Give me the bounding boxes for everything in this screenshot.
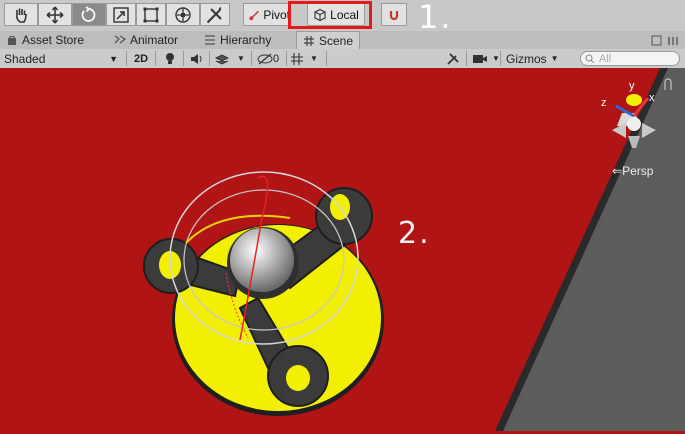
more-options-icon — [651, 35, 678, 46]
scene-search-field[interactable]: All — [580, 51, 680, 66]
annotation-2: 2. — [398, 216, 431, 251]
speaker-icon — [191, 53, 202, 64]
tab-menu-button[interactable] — [651, 32, 681, 50]
window-tab-bar: Asset Store Animator Hierarchy Scene — [0, 31, 685, 50]
persp-label[interactable]: ⇐Persp — [612, 164, 653, 178]
arm-dot — [286, 365, 310, 391]
divider — [326, 51, 327, 66]
eye-slash-icon — [257, 53, 273, 64]
custom-tool-button[interactable] — [200, 3, 230, 26]
chevron-down-icon: ▼ — [550, 54, 559, 63]
2d-toggle[interactable]: 2D — [134, 49, 148, 68]
hash-icon — [304, 36, 314, 46]
camera-icon — [473, 54, 487, 63]
animator-icon — [114, 35, 126, 44]
scene-canvas: y x z — [0, 68, 685, 431]
scale-tool-button[interactable] — [106, 3, 136, 26]
tab-label: Scene — [319, 34, 354, 48]
hidden-count: 0 — [273, 52, 280, 65]
lighting-toggle[interactable] — [164, 49, 176, 68]
divider — [183, 51, 184, 66]
search-placeholder: All — [599, 52, 612, 65]
pivot-label: Pivot — [263, 7, 290, 22]
tools-icon — [206, 6, 222, 23]
shading-mode-dropdown[interactable]: Shaded ▼ — [4, 49, 118, 68]
hierarchy-icon — [205, 35, 215, 45]
scene-viewport[interactable]: y x z 2. — [0, 68, 685, 431]
move-tool-button[interactable] — [38, 3, 72, 26]
center-sphere — [230, 228, 294, 292]
chevron-down-icon: ▼ — [237, 54, 245, 63]
rect-tool-button[interactable] — [136, 3, 166, 26]
tab-label: Animator — [130, 33, 179, 47]
shading-mode-value: Shaded — [4, 51, 46, 66]
divider — [251, 51, 252, 66]
gizmos-dropdown[interactable]: Gizmos ▼ — [506, 49, 559, 68]
local-highlight-box — [288, 1, 372, 29]
rotate-icon — [81, 5, 96, 22]
rotate-tool-button[interactable] — [72, 3, 106, 26]
gizmos-label: Gizmos — [506, 51, 547, 66]
pivot-icon — [249, 10, 259, 20]
magnet-icon — [389, 10, 399, 20]
hidden-objects-toggle[interactable]: 0 — [257, 49, 279, 68]
chevron-down-icon: ▼ — [492, 54, 500, 63]
scale-icon — [113, 6, 129, 23]
transform-icon — [175, 6, 191, 23]
tab-hierarchy[interactable]: Hierarchy — [204, 31, 271, 49]
gizmo-x-label: x — [649, 92, 655, 104]
main-toolbar: Pivot Local 1. — [0, 0, 685, 36]
layers-icon — [215, 53, 229, 65]
snap-button[interactable] — [381, 3, 407, 26]
grid-dropdown[interactable]: ▼ — [290, 49, 318, 68]
tools-icon — [447, 52, 459, 65]
persp-arrow-icon: ⇐ — [612, 164, 623, 178]
tab-animator[interactable]: Animator — [114, 31, 178, 49]
divider — [155, 51, 156, 66]
hand-icon — [16, 8, 27, 23]
divider — [126, 51, 127, 66]
tab-label: Asset Store — [22, 33, 85, 47]
tab-asset-store[interactable]: Asset Store — [6, 31, 84, 49]
effects-dropdown[interactable]: ▼ — [215, 49, 245, 68]
lightbulb-icon — [166, 52, 174, 64]
search-icon — [585, 54, 595, 63]
tools-visibility-button[interactable] — [446, 49, 460, 68]
chevron-down-icon: ▼ — [109, 53, 118, 64]
2d-label: 2D — [134, 52, 149, 65]
tab-label: Hierarchy — [220, 33, 272, 47]
camera-dropdown[interactable]: ▼ — [472, 49, 500, 68]
audio-toggle[interactable] — [190, 49, 204, 68]
transform-tool-button[interactable] — [166, 3, 200, 26]
divider — [209, 51, 210, 66]
move-arrows-icon — [46, 6, 64, 23]
shopping-bag-icon — [8, 36, 16, 45]
persp-text: Persp — [622, 164, 654, 178]
tab-scene[interactable]: Scene — [296, 31, 361, 50]
chevron-down-icon: ▼ — [310, 54, 318, 63]
pivot-toggle[interactable]: Pivot — [243, 3, 291, 26]
divider — [286, 51, 287, 66]
grid-icon — [291, 52, 303, 65]
hand-tool-button[interactable] — [4, 3, 38, 26]
gizmo-z-label: z — [601, 97, 607, 109]
gizmo-y-label: y — [629, 80, 635, 92]
divider — [466, 51, 467, 66]
divider — [500, 51, 501, 66]
rect-transform-icon — [143, 7, 159, 22]
